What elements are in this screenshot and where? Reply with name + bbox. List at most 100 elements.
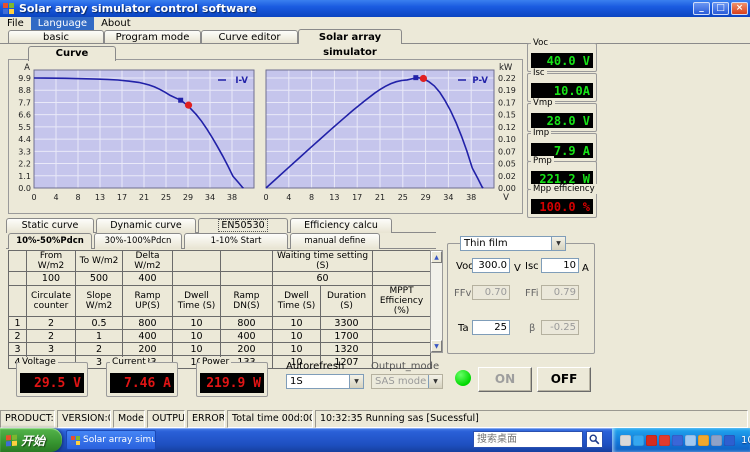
autorefresh-select[interactable]: 1S ▼ (286, 374, 364, 389)
tab-curve-editor[interactable]: Curve editor (201, 30, 298, 43)
scroll-up-icon[interactable]: ▲ (431, 251, 442, 263)
field-input-isc[interactable]: 10 (541, 258, 579, 273)
table-header-cell (220, 250, 273, 272)
subtab-manual-define[interactable]: manual define (290, 233, 380, 249)
table-cell[interactable]: 400 (220, 329, 273, 343)
messenger-icon[interactable] (672, 434, 683, 446)
field-input-voc[interactable]: 300.0 (472, 258, 510, 273)
chevron-down-icon[interactable]: ▼ (551, 237, 565, 250)
taskbar: 开始 Solar array simu... 10:41 (0, 428, 750, 452)
tab-static-curve[interactable]: Static curve (6, 218, 94, 233)
restore-button[interactable]: □ (712, 2, 729, 15)
update-icon[interactable] (698, 434, 709, 446)
table-cell[interactable]: 800 (122, 316, 173, 330)
tab-dynamic-curve[interactable]: Dynamic curve (96, 218, 196, 233)
svg-text:0.17: 0.17 (498, 98, 516, 107)
system-tray: 10:41 (612, 428, 750, 452)
table-cell[interactable]: 1700 (319, 329, 374, 343)
table-cell[interactable]: 10 (172, 342, 221, 356)
table-cell[interactable] (172, 271, 221, 286)
subtab-30--100-pdcn[interactable]: 30%-100%Pdcn (94, 233, 182, 249)
table-cell[interactable]: 2 (26, 316, 76, 330)
desktop-search-input[interactable] (473, 431, 583, 448)
keyboard-icon[interactable] (620, 434, 631, 446)
table-cell[interactable]: 10 (272, 329, 321, 343)
module-type-select[interactable]: Thin film ▼ (460, 236, 566, 251)
tab-solar-array-simulator[interactable]: Solar array simulator (298, 29, 402, 58)
model-panel: Thin film ▼ Voc 300.0 V Isc 10 A FFv 0.70 FFi 0.7… (447, 236, 595, 354)
tab-efficiency-calcu[interactable]: Efficiency calcu (290, 218, 392, 233)
table-cell[interactable]: 0.5 (75, 316, 123, 330)
search-button[interactable] (586, 431, 603, 448)
off-button[interactable]: OFF (537, 367, 591, 392)
svg-text:0.07: 0.07 (498, 147, 516, 156)
table-scrollbar[interactable]: ▲ ▼ (430, 250, 443, 353)
table-cell[interactable]: 10 (272, 316, 321, 330)
subtab-10--50-pdcn[interactable]: 10%-50%Pdcn (8, 233, 92, 249)
menu-about[interactable]: About (94, 17, 138, 30)
table-cell[interactable]: 3300 (319, 316, 374, 330)
taskbar-task-button[interactable]: Solar array simu... (66, 430, 156, 450)
scroll-down-icon[interactable]: ▼ (431, 340, 442, 352)
table-cell[interactable]: 60 (271, 271, 374, 286)
table-cell[interactable]: 2 (26, 329, 76, 343)
measurement-mpp-efficiency: Mpp efficiency 100.0 % (527, 184, 597, 218)
svg-text:0.10: 0.10 (498, 135, 516, 144)
tab-en50530[interactable]: EN50530 (198, 218, 288, 233)
output-display-voltage: Voltage 29.5 V (16, 357, 88, 397)
table-cell[interactable]: 500 (75, 271, 123, 286)
on-button[interactable]: ON (478, 367, 532, 392)
table-header-cell: Dwell Time (S) (272, 285, 321, 317)
tab-basic[interactable]: basic (8, 30, 104, 43)
table-cell[interactable]: 400 (122, 329, 173, 343)
svg-text:25: 25 (398, 193, 408, 202)
minimize-button[interactable]: _ (693, 2, 710, 15)
start-button[interactable]: 开始 (0, 428, 62, 452)
autorefresh-value: 1S (290, 376, 303, 387)
menu-language[interactable]: Language (30, 17, 95, 30)
svg-text:21: 21 (375, 193, 385, 202)
table-cell[interactable]: 800 (220, 316, 273, 330)
table-header-cell: Circulate counter (26, 285, 76, 317)
table-cell[interactable]: 100 (26, 271, 76, 286)
subtab-1-10--start-shuntdown[interactable]: 1-10% Start ShuntDown (184, 233, 288, 261)
titlebar[interactable]: Solar array simulator control software _… (0, 0, 750, 17)
table-cell[interactable]: 10 (272, 342, 321, 356)
table-cell[interactable]: 2 (8, 329, 27, 343)
table-cell[interactable]: 400 (122, 271, 173, 286)
field-input-ta[interactable]: 25 (472, 320, 510, 335)
defender-shield-icon[interactable] (724, 434, 735, 446)
close-button[interactable]: × (731, 2, 748, 15)
table-cell[interactable] (372, 342, 432, 356)
network-icon[interactable] (685, 434, 696, 446)
alert-shield-icon[interactable] (659, 434, 670, 446)
svg-text:4: 4 (53, 193, 58, 202)
svg-text:3.3: 3.3 (18, 147, 31, 156)
table-cell[interactable]: 200 (220, 342, 273, 356)
table-cell[interactable]: 1320 (319, 342, 374, 356)
table-header-cell: Dwell Time (S) (172, 285, 221, 317)
input-switch-icon[interactable] (633, 434, 644, 446)
table-cell[interactable] (8, 271, 27, 286)
table-cell[interactable]: 3 (8, 342, 27, 356)
table-cell[interactable]: 10 (172, 329, 221, 343)
vpn-shield-icon[interactable] (711, 434, 722, 446)
ati-icon[interactable] (646, 434, 657, 446)
table-cell[interactable] (220, 271, 273, 286)
taskbar-clock: 10:41 (741, 434, 750, 446)
table-cell[interactable]: 1 (75, 329, 123, 343)
table-cell[interactable]: 3 (26, 342, 76, 356)
table-cell[interactable]: 1 (8, 316, 27, 330)
field-input-ffi: 0.79 (541, 285, 579, 300)
tab-curve[interactable]: Curve (28, 46, 116, 61)
table-cell[interactable]: 10 (172, 316, 221, 330)
svg-text:4: 4 (286, 193, 291, 202)
table-cell[interactable]: 2 (75, 342, 123, 356)
table-cell[interactable] (372, 271, 432, 286)
table-cell[interactable] (372, 329, 432, 343)
table-cell[interactable] (372, 316, 432, 330)
table-cell[interactable]: 200 (122, 342, 173, 356)
menu-file[interactable]: File (0, 17, 31, 30)
tab-program-mode[interactable]: Program mode (104, 30, 201, 43)
chevron-down-icon[interactable]: ▼ (349, 375, 363, 388)
